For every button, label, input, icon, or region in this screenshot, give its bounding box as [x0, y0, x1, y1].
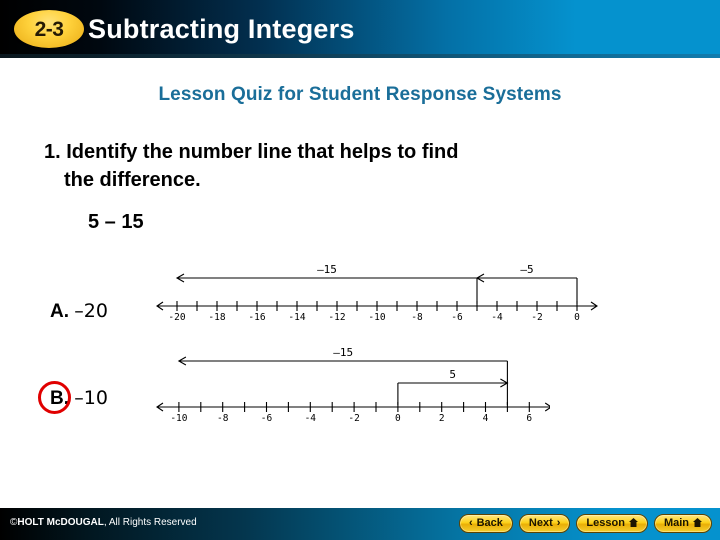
choice-b[interactable]: B. –10 — [50, 387, 108, 410]
home-icon — [693, 517, 702, 530]
svg-text:–5: –5 — [520, 263, 533, 276]
slide-canvas: 2-3 Subtracting Integers Lesson Quiz for… — [0, 0, 720, 540]
quiz-subtitle: Lesson Quiz for Student Response Systems — [158, 84, 562, 105]
back-button-label: Back — [476, 517, 503, 529]
svg-text:6: 6 — [526, 413, 532, 424]
back-button[interactable]: ‹ Back — [458, 514, 513, 533]
question-number: 1. — [44, 141, 61, 163]
svg-text:–15: –15 — [317, 263, 337, 276]
math-expression: 5 – 15 — [88, 211, 144, 233]
svg-text:4: 4 — [483, 413, 489, 424]
question-line-1: Identify the number line that helps to f… — [66, 141, 459, 163]
copyright-brand: HOLT McDOUGAL — [17, 517, 104, 528]
next-button[interactable]: Next › — [518, 514, 571, 533]
svg-text:-14: -14 — [288, 312, 305, 323]
svg-text:-10: -10 — [170, 413, 187, 424]
choice-b-letter: B. — [50, 388, 69, 409]
number-line-choice-a: -20 -18 -16 -14 -12 -10 -8 -6 -4 -2 0–5–15 — [156, 263, 598, 323]
question-text: 1. Identify the number line that helps t… — [44, 138, 674, 194]
svg-text:–15: –15 — [333, 346, 353, 359]
svg-text:-8: -8 — [217, 413, 229, 424]
svg-text:-12: -12 — [328, 312, 345, 323]
svg-text:-18: -18 — [208, 312, 225, 323]
number-line-choice-b: -10 -8 -6 -4 -2 0 2 4 6 5 –15 — [156, 346, 550, 424]
svg-text:-10: -10 — [368, 312, 385, 323]
svg-text:-2: -2 — [348, 413, 359, 424]
choice-a-value: –20 — [74, 300, 108, 322]
header-underline — [0, 54, 720, 58]
question-line-2: the difference. — [64, 169, 201, 191]
main-button[interactable]: Main — [653, 514, 712, 533]
svg-text:-2: -2 — [531, 312, 542, 323]
home-icon — [628, 517, 638, 530]
svg-text:-8: -8 — [411, 312, 423, 323]
svg-text:0: 0 — [395, 413, 401, 424]
navigation-button-group: ‹ Back Next › Lesson Main — [458, 514, 712, 533]
next-button-label: Next — [528, 517, 553, 529]
copyright-rest: , All Rights Reserved — [103, 517, 197, 528]
lesson-button-label: Lesson — [586, 517, 625, 529]
svg-text:2: 2 — [439, 413, 445, 424]
svg-text:-6: -6 — [451, 312, 463, 323]
svg-text:0: 0 — [574, 312, 580, 323]
svg-text:5: 5 — [449, 368, 456, 381]
question-block: 1. Identify the number line that helps t… — [44, 138, 674, 194]
lesson-button[interactable]: Lesson — [576, 514, 648, 533]
svg-text:-16: -16 — [248, 312, 265, 323]
svg-text:-4: -4 — [305, 413, 317, 424]
main-button-label: Main — [663, 517, 689, 529]
choice-b-value: –10 — [74, 387, 108, 409]
chevron-left-icon: ‹ — [468, 517, 473, 529]
lesson-number-label: 2-3 — [34, 17, 64, 41]
svg-text:-6: -6 — [261, 413, 273, 424]
page-title: Subtracting Integers — [88, 14, 355, 44]
svg-text:-4: -4 — [491, 312, 503, 323]
lesson-number-badge: 2-3 — [14, 10, 84, 48]
copyright-text: ©HOLT McDOUGAL, All Rights Reserved — [10, 517, 197, 528]
choice-a-letter: A. — [50, 301, 69, 322]
choice-a[interactable]: A. –20 — [50, 300, 108, 323]
chevron-right-icon: › — [556, 517, 561, 529]
svg-text:-20: -20 — [168, 312, 185, 323]
